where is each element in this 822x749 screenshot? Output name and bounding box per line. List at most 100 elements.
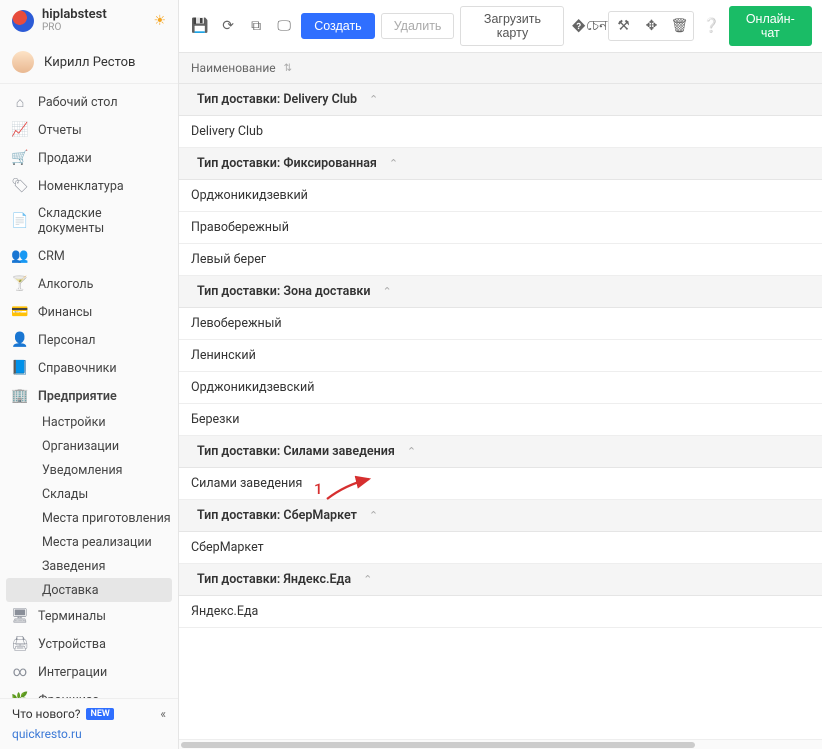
- toolbar: 💾 ⟳ ⧉ 🖵 Создать Удалить Загрузить карту …: [179, 0, 822, 53]
- table-row[interactable]: Орджоникидзевкий: [179, 180, 822, 212]
- nav-sub-item[interactable]: Настройки: [0, 410, 178, 434]
- horizontal-scrollbar[interactable]: [179, 739, 822, 749]
- sidebar: hiplabstest PRO ☀ Кирилл Рестов ⌂Рабочий…: [0, 0, 179, 749]
- nav-label: Предприятие: [38, 389, 117, 404]
- group-row[interactable]: Тип доставки: СберМаркет ⌃: [179, 500, 822, 532]
- nav-label: Персонал: [38, 333, 95, 348]
- group-label: Тип доставки: Яндекс.Еда: [197, 572, 351, 587]
- sort-icon[interactable]: ⇅: [284, 63, 292, 74]
- table-row[interactable]: Ленинский: [179, 340, 822, 372]
- nav-label: Справочники: [38, 361, 117, 376]
- tools-icon[interactable]: ⚒: [610, 13, 636, 39]
- nav-item[interactable]: 💳Финансы: [0, 298, 178, 326]
- move-icon[interactable]: ✥: [638, 13, 664, 39]
- nav-item[interactable]: 📈Отчеты: [0, 116, 178, 144]
- main: 💾 ⟳ ⧉ 🖵 Создать Удалить Загрузить карту …: [179, 0, 822, 749]
- chevron-up-icon[interactable]: ⌃: [363, 573, 372, 586]
- table-row[interactable]: Орджоникидзевский: [179, 372, 822, 404]
- group-row[interactable]: Тип доставки: Зона доставки⌃: [179, 276, 822, 308]
- nav-item[interactable]: 👥CRM: [0, 242, 178, 270]
- whats-new-link[interactable]: Что нового?: [12, 707, 80, 721]
- load-map-button[interactable]: Загрузить карту: [460, 6, 564, 46]
- table-row[interactable]: Delivery Club: [179, 116, 822, 148]
- data-list: Тип доставки: Delivery Club ⌃ Delivery Clu…: [179, 84, 822, 739]
- brand-sub: PRO: [42, 22, 107, 33]
- online-chat-button[interactable]: Онлайн-чат: [729, 6, 813, 46]
- nav-label: Рабочий стол: [38, 95, 118, 110]
- sliders-icon[interactable]: �চেন: [576, 13, 602, 39]
- nav-item[interactable]: ∞ Интеграции: [0, 658, 178, 686]
- display-icon[interactable]: 🖵: [273, 13, 295, 39]
- chevron-up-icon[interactable]: ⌃: [389, 157, 398, 170]
- group-row[interactable]: Тип доставки: Яндекс.Еда ⌃: [179, 564, 822, 596]
- view-tools-group: ⚒ ✥ 🗑: [608, 11, 694, 41]
- nav-sub-item[interactable]: Заведения: [0, 554, 178, 578]
- save-icon[interactable]: 💾: [189, 13, 211, 39]
- nav-item[interactable]: 📄Складские документы: [0, 200, 178, 242]
- nav-icon: ⌂: [12, 94, 28, 110]
- new-badge: NEW: [86, 708, 113, 720]
- chevron-up-icon[interactable]: ⌃: [383, 285, 392, 298]
- delete-button[interactable]: Удалить: [381, 13, 455, 39]
- nav-item[interactable]: 🖥Терминалы: [0, 602, 178, 630]
- nav-icon: ∞: [12, 664, 28, 680]
- nav-icon: 📈: [12, 122, 28, 138]
- column-name: Наименование: [191, 61, 276, 75]
- nav-item[interactable]: ⌂ Рабочий стол: [0, 88, 178, 116]
- nav-item[interactable]: 👤Персонал: [0, 326, 178, 354]
- table-row[interactable]: СберМаркет: [179, 532, 822, 564]
- nav-sub-item[interactable]: Склады: [0, 482, 178, 506]
- nav-label: CRM: [38, 249, 65, 264]
- table-row[interactable]: Яндекс.Еда: [179, 596, 822, 628]
- collapse-sidebar-button[interactable]: «: [160, 707, 166, 721]
- nav-item[interactable]: 🌿Франшиза: [0, 686, 178, 698]
- table-row[interactable]: Левый берег: [179, 244, 822, 276]
- nav-sub-item[interactable]: Места приготовления: [0, 506, 178, 530]
- refresh-icon[interactable]: ⟳: [217, 13, 239, 39]
- sidebar-footer: Что нового? NEW « quickresto.ru: [0, 698, 178, 749]
- chevron-up-icon[interactable]: ⌃: [369, 509, 378, 522]
- chevron-up-icon[interactable]: ⌃: [369, 93, 378, 106]
- nav-item[interactable]: 🏢Предприятие: [0, 382, 178, 410]
- nav-sub-item[interactable]: Места реализации: [0, 530, 178, 554]
- group-label: Тип доставки: Delivery Club: [197, 92, 357, 107]
- table-header[interactable]: Наименование ⇅: [179, 53, 822, 84]
- table-row[interactable]: Левобережный: [179, 308, 822, 340]
- theme-toggle-icon[interactable]: ☀: [153, 13, 166, 29]
- table-row[interactable]: Правобережный: [179, 212, 822, 244]
- user-name: Кирилл Рестов: [44, 55, 135, 70]
- nav-label: Финансы: [38, 305, 92, 320]
- nav-label: Алкоголь: [38, 277, 93, 292]
- nav-label: Интеграции: [38, 665, 107, 680]
- group-row[interactable]: Тип доставки: Delivery Club ⌃: [179, 84, 822, 116]
- group-row[interactable]: Тип доставки: Силами заведения ⌃: [179, 436, 822, 468]
- nav-icon: 🏷: [12, 178, 28, 194]
- nav-label: Терминалы: [38, 609, 106, 624]
- group-row[interactable]: Тип доставки: Фиксированная ⌃: [179, 148, 822, 180]
- group-label: Тип доставки: Силами заведения: [197, 444, 395, 459]
- group-label: Тип доставки: Фиксированная: [197, 156, 377, 171]
- nav-item[interactable]: 🖨 Устройства: [0, 630, 178, 658]
- table-row[interactable]: Березки: [179, 404, 822, 436]
- help-icon[interactable]: ❔: [700, 13, 722, 39]
- nav-sub-item[interactable]: Доставка: [6, 578, 172, 602]
- create-button[interactable]: Создать: [301, 13, 375, 39]
- group-label: Тип доставки: СберМаркет: [197, 508, 357, 523]
- nav-sub-item[interactable]: Уведомления: [0, 458, 178, 482]
- footer-link[interactable]: quickresto.ru: [12, 727, 166, 741]
- user-block[interactable]: Кирилл Рестов: [0, 41, 178, 84]
- nav-item[interactable]: 🍸Алкоголь: [0, 270, 178, 298]
- copy-icon[interactable]: ⧉: [245, 13, 267, 39]
- nav-item[interactable]: 📘Справочники: [0, 354, 178, 382]
- nav-item[interactable]: 🏷 Номенклатура: [0, 172, 178, 200]
- trash-icon[interactable]: 🗑: [666, 13, 692, 39]
- nav-label: Номенклатура: [38, 179, 124, 194]
- table-row[interactable]: Силами заведения: [179, 468, 822, 500]
- scrollbar-thumb[interactable]: [181, 742, 695, 748]
- nav-sub-item[interactable]: Организации: [0, 434, 178, 458]
- avatar: [12, 51, 34, 73]
- nav-item[interactable]: 🛒Продажи: [0, 144, 178, 172]
- nav-icon: 🖨: [12, 636, 28, 652]
- chevron-up-icon[interactable]: ⌃: [407, 445, 416, 458]
- nav-label: Устройства: [38, 637, 106, 652]
